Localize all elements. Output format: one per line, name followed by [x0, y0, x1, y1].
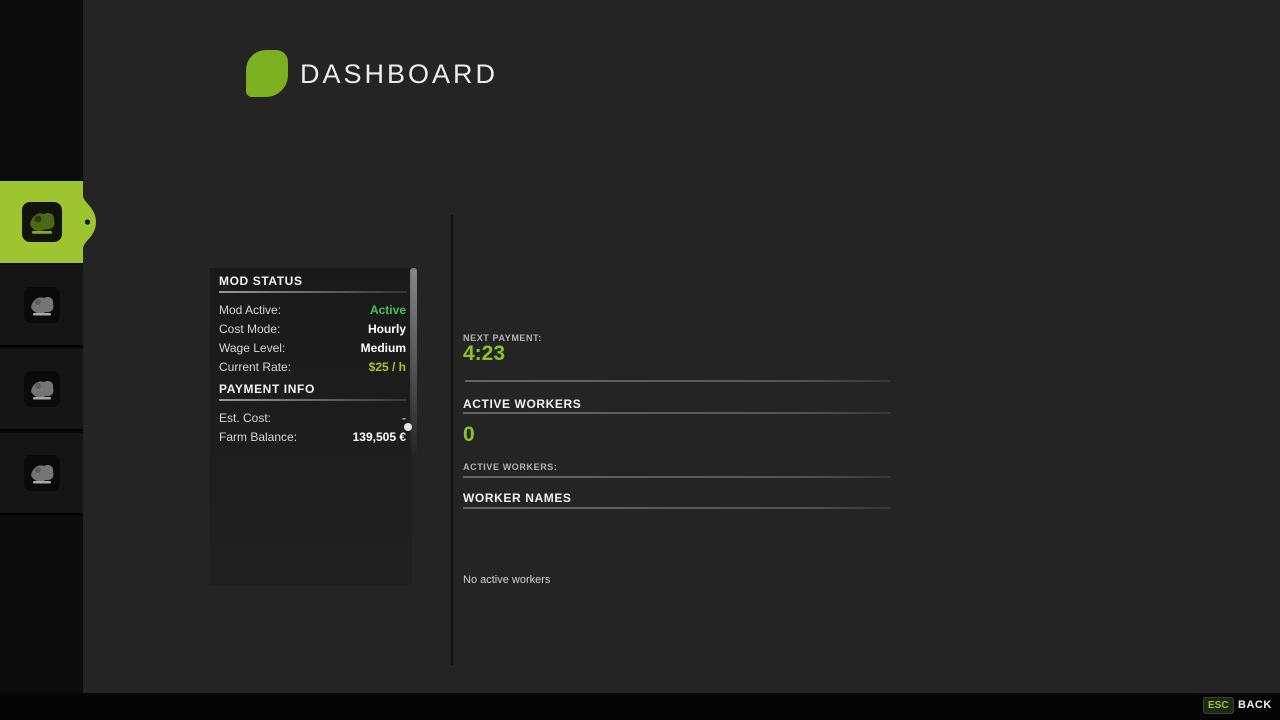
mod-status-title: MOD STATUS [219, 274, 407, 288]
row-label: Cost Mode: [219, 322, 280, 336]
mod-thumbnail-icon-active [22, 202, 62, 242]
sidebar [0, 0, 83, 693]
back-button-label[interactable]: BACK [1238, 699, 1272, 711]
active-workers-title: ACTIVE WORKERS [463, 397, 581, 411]
row-cost-mode: Cost Mode: Hourly [219, 319, 406, 338]
mod-thumbnail-icon [24, 287, 60, 323]
sidebar-item-3[interactable] [0, 349, 83, 431]
sidebar-item-dashboard-active[interactable] [0, 181, 96, 263]
payment-info-title: PAYMENT INFO [219, 382, 407, 396]
mod-thumbnail-icon [24, 371, 60, 407]
mod-thumbnail-icon [24, 455, 60, 491]
row-label: Current Rate: [219, 360, 291, 374]
payment-info-underline [219, 399, 407, 401]
mod-logo [246, 50, 288, 97]
divider-line [463, 507, 891, 509]
mod-status-underline [219, 291, 407, 293]
row-value: Medium [361, 341, 406, 355]
row-wage-level: Wage Level: Medium [219, 338, 406, 357]
row-label: Est. Cost: [219, 411, 271, 425]
row-mod-active: Mod Active: Active [219, 300, 406, 319]
next-payment-timer: 4:23 [463, 342, 505, 366]
row-label: Wage Level: [219, 341, 285, 355]
page-title: DASHBOARD [300, 59, 498, 90]
sidebar-item-2[interactable] [0, 265, 83, 347]
divider-line [463, 476, 891, 478]
row-label: Farm Balance: [219, 430, 297, 444]
row-label: Mod Active: [219, 303, 281, 317]
dashboard-screen: DASHBOARD MOD STATUS Mod Active: Active … [0, 0, 1280, 720]
esc-key-badge[interactable]: ESC [1203, 697, 1234, 714]
row-farm-balance: Farm Balance: 139,505 € [219, 427, 406, 446]
row-value: - [402, 411, 406, 425]
row-value: 139,505 € [353, 430, 406, 444]
divider-line [465, 380, 890, 382]
panel-divider [451, 215, 453, 665]
footer-bar: ESC BACK [0, 693, 1280, 720]
row-est-cost: Est. Cost: - [219, 408, 406, 427]
row-value: Hourly [368, 322, 406, 336]
active-workers-count: 0 [463, 423, 475, 447]
no-workers-message: No active workers [463, 574, 550, 586]
sidebar-item-4[interactable] [0, 433, 83, 515]
divider-line [463, 412, 891, 414]
row-value: $25 / h [369, 360, 406, 374]
row-current-rate: Current Rate: $25 / h [219, 357, 406, 376]
active-workers-sublabel: ACTIVE WORKERS: [463, 462, 558, 472]
worker-names-title: WORKER NAMES [463, 491, 572, 505]
row-value: Active [370, 303, 406, 317]
